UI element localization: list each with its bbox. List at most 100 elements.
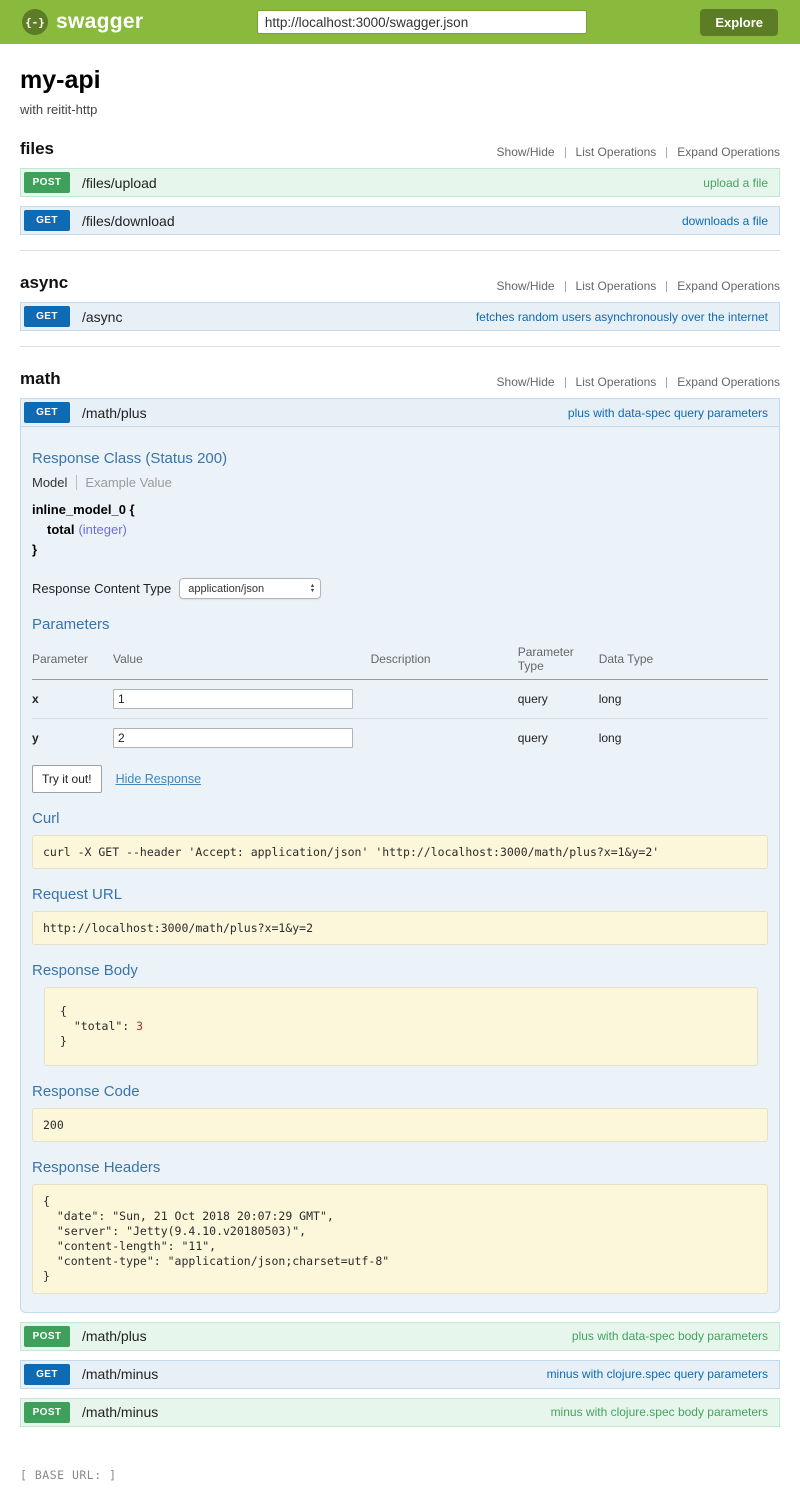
operation-get-files-download: GET /files/download downloads a file xyxy=(20,206,780,235)
operation-detail-panel: Response Class (Status 200) ModelExample… xyxy=(20,427,780,1313)
param-row-x: x query long xyxy=(32,680,768,719)
resource-async-title[interactable]: async xyxy=(20,273,68,293)
http-method-badge: POST xyxy=(24,1402,70,1423)
topbar: {-} swagger Explore xyxy=(0,0,800,44)
response-content-type-label: Response Content Type xyxy=(32,581,171,596)
response-body-box[interactable]: { "total": 3 } xyxy=(44,987,758,1066)
model-close-brace: } xyxy=(32,542,37,557)
param-row-y: y query long xyxy=(32,719,768,758)
expand-operations-link[interactable]: Expand Operations xyxy=(677,145,780,159)
operation-summary[interactable]: plus with data-spec body parameters xyxy=(572,1329,776,1343)
param-type: query xyxy=(518,719,599,758)
response-headers-box[interactable]: { "date": "Sun, 21 Oct 2018 20:07:29 GMT… xyxy=(32,1184,768,1294)
list-operations-link[interactable]: List Operations xyxy=(576,375,657,389)
request-url-box[interactable]: http://localhost:3000/math/plus?x=1&y=2 xyxy=(32,911,768,945)
main-content: my-api with reitit-http files Show/Hide … xyxy=(0,66,800,1452)
model-name: inline_model_0 { xyxy=(32,502,135,517)
operation-summary[interactable]: minus with clojure.spec body parameters xyxy=(551,1405,776,1419)
operation-heading[interactable]: POST /math/plus plus with data-spec body… xyxy=(20,1322,780,1351)
operation-summary[interactable]: plus with data-spec query parameters xyxy=(568,406,776,420)
response-code-title: Response Code xyxy=(32,1083,768,1100)
operation-summary[interactable]: fetches random users asynchronously over… xyxy=(476,310,776,324)
model-property-type: (integer) xyxy=(78,522,126,537)
operation-get-math-plus: GET /math/plus plus with data-spec query… xyxy=(20,398,780,1313)
col-header-value: Value xyxy=(113,641,371,680)
curl-title: Curl xyxy=(32,810,768,827)
explore-button[interactable]: Explore xyxy=(700,9,778,36)
select-arrows-icon: ▲▼ xyxy=(310,584,315,594)
tab-example-value[interactable]: Example Value xyxy=(77,475,171,490)
link-separator xyxy=(565,377,566,388)
show-hide-link[interactable]: Show/Hide xyxy=(497,279,555,293)
curl-command-box[interactable]: curl -X GET --header 'Accept: applicatio… xyxy=(32,835,768,869)
base-url-label: [ BASE URL: ] xyxy=(20,1468,780,1482)
operation-get-math-minus: GET /math/minus minus with clojure.spec … xyxy=(20,1360,780,1389)
show-hide-link[interactable]: Show/Hide xyxy=(497,375,555,389)
show-hide-link[interactable]: Show/Hide xyxy=(497,145,555,159)
response-headers-title: Response Headers xyxy=(32,1159,768,1176)
selected-content-type: application/json xyxy=(188,583,310,595)
swagger-brand[interactable]: {-} swagger xyxy=(22,9,143,35)
expand-operations-link[interactable]: Expand Operations xyxy=(677,279,780,293)
hide-response-link[interactable]: Hide Response xyxy=(116,772,201,786)
http-method-badge: POST xyxy=(24,172,70,193)
list-operations-link[interactable]: List Operations xyxy=(576,145,657,159)
resource-math: math Show/Hide List Operations Expand Op… xyxy=(20,369,780,1442)
model-property-name: total xyxy=(47,522,74,537)
param-data-type: long xyxy=(599,719,768,758)
operation-heading[interactable]: GET /files/download downloads a file xyxy=(20,206,780,235)
operation-get-async: GET /async fetches random users asynchro… xyxy=(20,302,780,331)
link-separator xyxy=(666,281,667,292)
parameters-title: Parameters xyxy=(32,616,768,633)
resource-math-title[interactable]: math xyxy=(20,369,61,389)
http-method-badge: POST xyxy=(24,1326,70,1347)
operation-post-files-upload: POST /files/upload upload a file xyxy=(20,168,780,197)
link-separator xyxy=(565,147,566,158)
param-name: y xyxy=(32,719,113,758)
param-y-input[interactable] xyxy=(113,728,353,748)
param-x-input[interactable] xyxy=(113,689,353,709)
operation-summary[interactable]: downloads a file xyxy=(682,214,776,228)
model-signature: inline_model_0 { total (integer) } xyxy=(32,500,768,560)
try-it-out-button[interactable]: Try it out! xyxy=(32,765,102,793)
operation-path[interactable]: /math/plus xyxy=(82,1328,147,1344)
operation-path[interactable]: /math/minus xyxy=(82,1366,158,1382)
param-description xyxy=(371,680,518,719)
response-body-value: 3 xyxy=(136,1019,143,1033)
operation-heading[interactable]: GET /math/minus minus with clojure.spec … xyxy=(20,1360,780,1389)
operation-heading[interactable]: POST /math/minus minus with clojure.spec… xyxy=(20,1398,780,1427)
resource-files-title[interactable]: files xyxy=(20,139,54,159)
operation-post-math-minus: POST /math/minus minus with clojure.spec… xyxy=(20,1398,780,1427)
operation-path[interactable]: /math/minus xyxy=(82,1404,158,1420)
operation-heading[interactable]: GET /async fetches random users asynchro… xyxy=(20,302,780,331)
http-method-badge: GET xyxy=(24,402,70,423)
api-title: my-api xyxy=(20,66,780,95)
operation-heading[interactable]: POST /files/upload upload a file xyxy=(20,168,780,197)
parameters-table: Parameter Value Description Parameter Ty… xyxy=(32,641,768,757)
api-description: with reitit-http xyxy=(20,102,780,117)
tab-model[interactable]: Model xyxy=(32,475,77,490)
resource-async: async Show/Hide List Operations Expand O… xyxy=(20,273,780,347)
operation-post-math-plus: POST /math/plus plus with data-spec body… xyxy=(20,1322,780,1351)
operation-summary[interactable]: upload a file xyxy=(703,176,776,190)
resource-files: files Show/Hide List Operations Expand O… xyxy=(20,139,780,251)
http-method-badge: GET xyxy=(24,210,70,231)
operation-path[interactable]: /async xyxy=(82,309,122,325)
operation-heading[interactable]: GET /math/plus plus with data-spec query… xyxy=(20,398,780,427)
col-header-description: Description xyxy=(371,641,518,680)
expand-operations-link[interactable]: Expand Operations xyxy=(677,375,780,389)
response-code-box[interactable]: 200 xyxy=(32,1108,768,1142)
param-data-type: long xyxy=(599,680,768,719)
link-separator xyxy=(666,147,667,158)
col-header-parameter-type: Parameter Type xyxy=(518,641,599,680)
operation-path[interactable]: /math/plus xyxy=(82,405,147,421)
spec-url-input[interactable] xyxy=(257,10,587,34)
operation-path[interactable]: /files/download xyxy=(82,213,175,229)
response-headers-json: { "date": "Sun, 21 Oct 2018 20:07:29 GMT… xyxy=(43,1194,757,1284)
response-content-type-select[interactable]: application/json ▲▼ xyxy=(179,578,321,599)
param-type: query xyxy=(518,680,599,719)
operation-summary[interactable]: minus with clojure.spec query parameters xyxy=(547,1367,776,1381)
operation-path[interactable]: /files/upload xyxy=(82,175,157,191)
list-operations-link[interactable]: List Operations xyxy=(576,279,657,293)
model-tabs: ModelExample Value xyxy=(32,475,768,490)
